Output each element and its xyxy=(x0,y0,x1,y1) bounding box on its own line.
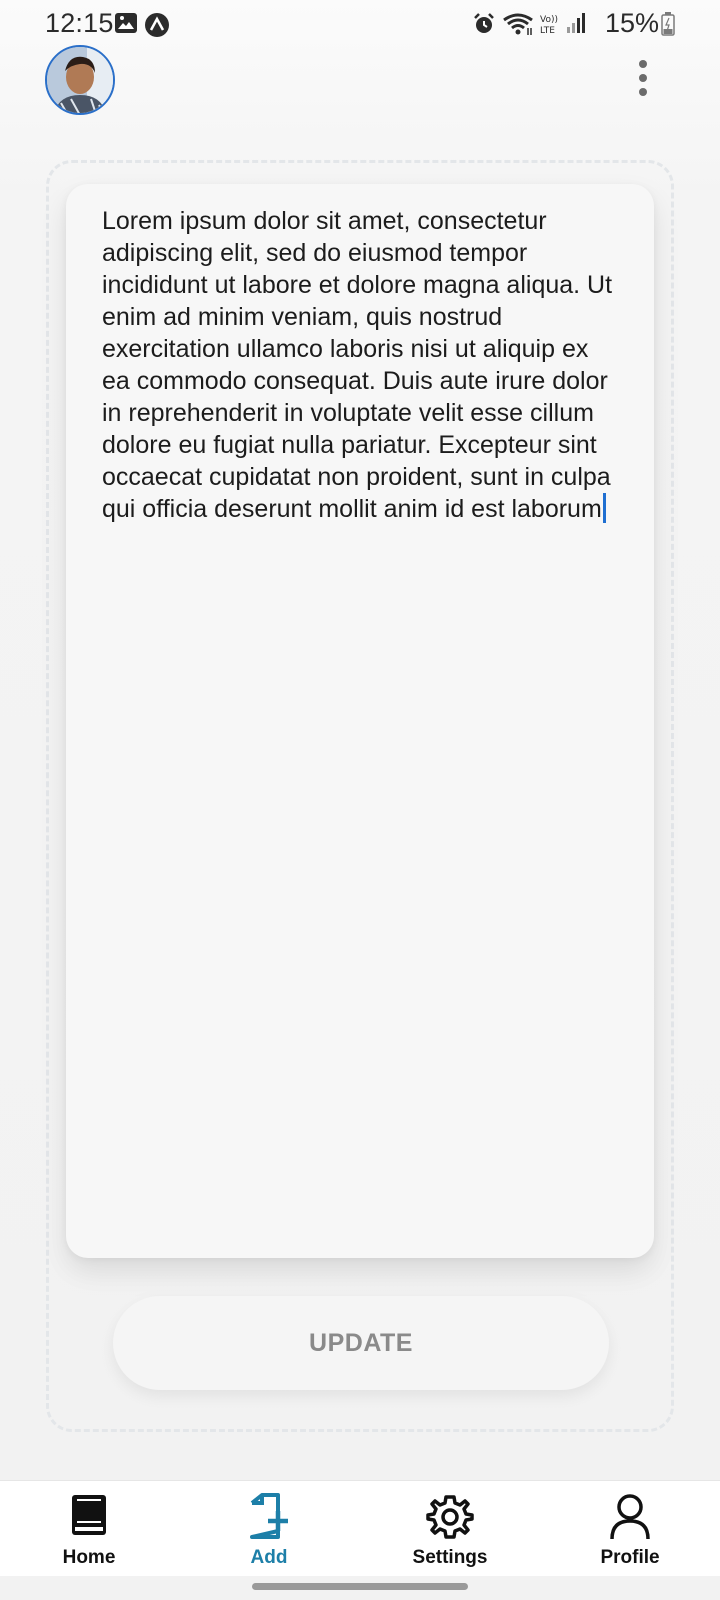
more-vertical-icon-dot xyxy=(639,74,647,82)
more-vertical-icon-dot xyxy=(639,88,647,96)
screen: 12:15 Vo)) LTE 15% Lorem ipsum dolor sit… xyxy=(0,0,720,1600)
app-notification-icon xyxy=(145,13,169,37)
update-button[interactable]: UPDATE xyxy=(113,1296,609,1390)
gesture-bar[interactable] xyxy=(252,1583,468,1590)
nav-item-settings[interactable]: Settings xyxy=(380,1481,520,1577)
svg-text:LTE: LTE xyxy=(540,26,555,36)
status-time: 12:15 xyxy=(45,8,114,38)
user-avatar-image xyxy=(47,47,113,113)
text-cursor xyxy=(602,493,606,523)
book-icon xyxy=(72,1495,106,1535)
nav-item-add[interactable]: Add xyxy=(199,1481,339,1577)
nav-label-home: Home xyxy=(62,1547,116,1568)
nav-label-add: Add xyxy=(250,1547,288,1568)
nav-label-profile: Profile xyxy=(600,1547,660,1568)
svg-text:Vo)): Vo)) xyxy=(540,15,558,25)
battery-percentage: 15% xyxy=(605,8,660,38)
nav-item-home[interactable]: Home xyxy=(19,1481,159,1577)
volte-icon: Vo)) LTE xyxy=(540,15,558,36)
gear-icon xyxy=(426,1495,474,1539)
nav-item-profile[interactable]: Profile xyxy=(560,1481,700,1577)
image-icon xyxy=(115,13,137,33)
wifi-icon xyxy=(503,13,533,35)
battery-icon xyxy=(661,12,675,36)
note-text-area[interactable]: Lorem ipsum dolor sit amet, consectetur … xyxy=(102,205,622,525)
note-text: Lorem ipsum dolor sit amet, consectetur … xyxy=(102,207,613,523)
add-document-icon xyxy=(250,1493,288,1539)
avatar[interactable] xyxy=(45,45,115,115)
person-icon xyxy=(610,1494,650,1540)
more-options-button[interactable] xyxy=(636,60,650,100)
more-vertical-icon-dot xyxy=(639,60,647,68)
signal-icon xyxy=(567,13,585,33)
bottom-nav: Home Add Settings Profile xyxy=(0,1480,720,1576)
nav-label-settings: Settings xyxy=(412,1547,488,1568)
alarm-icon xyxy=(474,13,494,33)
status-bar: 12:15 Vo)) LTE 15% xyxy=(0,0,720,48)
